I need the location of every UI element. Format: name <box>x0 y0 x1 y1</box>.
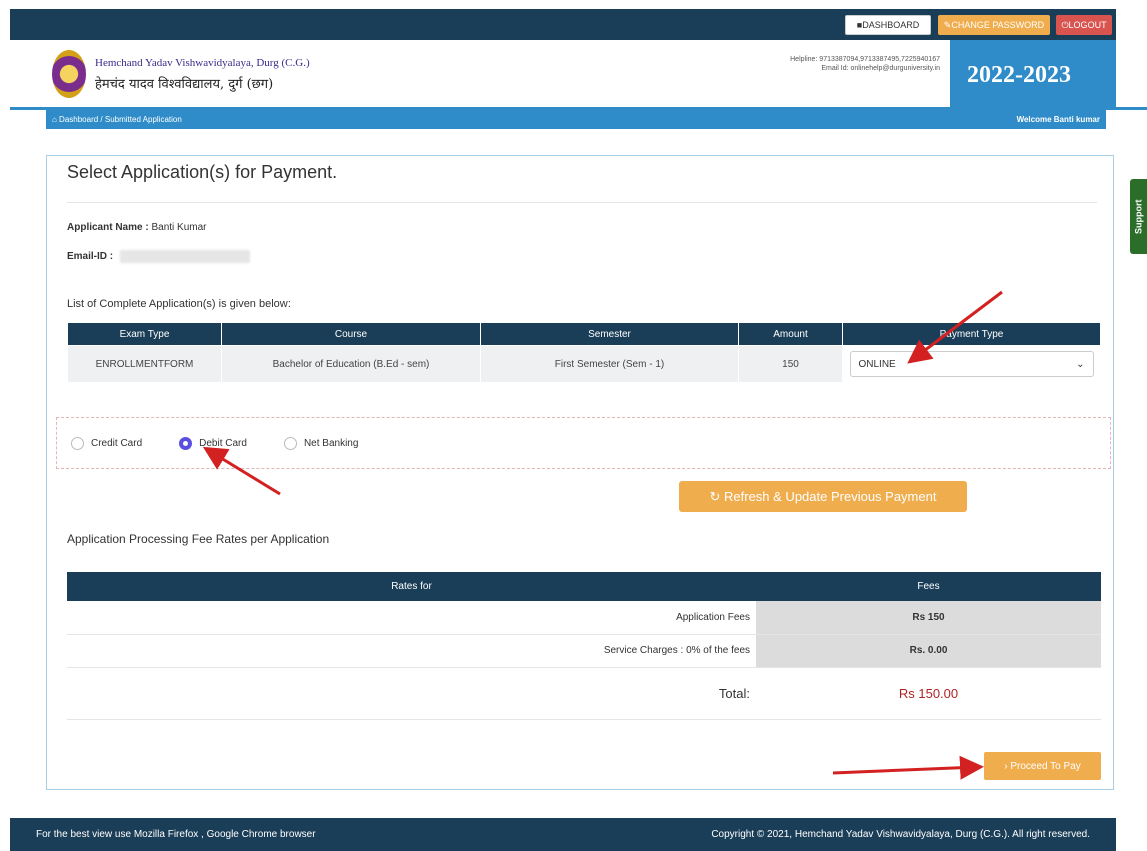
page-title: Select Application(s) for Payment. <box>67 162 338 182</box>
breadcrumb-separator: / <box>98 115 105 124</box>
table-row: Application Fees Rs 150 <box>67 601 1101 635</box>
radio-debit-card-circle[interactable] <box>179 436 193 450</box>
title-divider <box>67 202 1097 203</box>
radio-credit-card-circle[interactable] <box>71 436 84 450</box>
chevron-down-icon: ⌄ <box>1076 358 1085 370</box>
col-exam-type: Exam Type <box>67 322 222 346</box>
col-course: Course <box>221 322 481 346</box>
welcome-text: Welcome Banti kumar <box>1016 115 1100 124</box>
session-year: 2022-2023 <box>950 40 1116 110</box>
payment-type-select[interactable]: ONLINE ⌄ <box>849 351 1094 377</box>
cell-payment-type: ONLINE ⌄ <box>842 345 1101 383</box>
cell-amount: 150 <box>738 345 843 383</box>
breadcrumb-current: Submitted Application <box>104 115 182 124</box>
footer-browser-note: For the best view use Mozilla Firefox , … <box>36 829 316 840</box>
col-fees: Fees <box>756 572 1101 601</box>
university-name-hi: हेमचंद यादव विश्वविद्यालय, दुर्ग (छग) <box>95 77 274 92</box>
cell-semester: First Semester (Sem - 1) <box>480 345 739 383</box>
cell-exam-type: ENROLLMENTFORM <box>67 345 222 383</box>
fee-label: Application Fees <box>67 601 756 635</box>
applicant-name-value: Banti Kumar <box>151 222 207 233</box>
fee-value: Rs 150 <box>756 601 1101 635</box>
radio-net-banking-label: Net Banking <box>303 437 359 449</box>
email-redacted <box>119 250 250 263</box>
radio-credit-card-label: Credit Card <box>91 437 143 449</box>
logout-button[interactable]: ⏻LOGOUT <box>1056 15 1112 35</box>
university-name-en: Hemchand Yadav Vishwavidyalaya, Durg (C.… <box>95 57 310 69</box>
applications-table: Exam Type Course Semester Amount Payment… <box>67 322 1101 383</box>
radio-debit-card[interactable]: Debit Card <box>179 436 247 450</box>
payment-method-group: Credit Card Debit Card Net Banking <box>56 417 1111 469</box>
fee-rates-label: Application Processing Fee Rates per App… <box>67 532 330 546</box>
fee-label: Service Charges : 0% of the fees <box>67 634 756 668</box>
col-rates-for: Rates for <box>67 572 756 601</box>
helpline-info: Helpline: 9713387094,9713387495,72259401… <box>700 55 940 73</box>
helpline-numbers: Helpline: 9713387094,9713387495,72259401… <box>790 56 940 63</box>
col-amount: Amount <box>738 322 843 346</box>
applicant-email: Email-ID : <box>67 250 250 263</box>
col-payment-type: Payment Type <box>842 322 1101 346</box>
radio-net-banking-circle[interactable] <box>283 436 297 450</box>
helpline-email: Email Id: onlinehelp@durguniversity.in <box>821 65 940 72</box>
breadcrumb: ⌂ Dashboard / Submitted Application Welc… <box>46 110 1106 129</box>
total-value: Rs 150.00 <box>756 667 1101 720</box>
top-navbar: ■DASHBOARD ✎CHANGE PASSWORD ⏻LOGOUT <box>10 9 1116 40</box>
fee-table: Rates for Fees Application Fees Rs 150 S… <box>67 572 1101 720</box>
total-row: Total: Rs 150.00 <box>67 667 1101 720</box>
footer-copyright: Copyright © 2021, Hemchand Yadav Vishwav… <box>711 829 1090 840</box>
total-label: Total: <box>67 667 756 720</box>
email-label: Email-ID : <box>67 251 114 263</box>
refresh-payment-button[interactable]: ↻ Refresh & Update Previous Payment <box>679 481 967 512</box>
breadcrumb-home-link[interactable]: ⌂ Dashboard <box>52 115 98 124</box>
support-tab[interactable]: Support <box>1130 179 1147 254</box>
university-logo <box>52 50 86 98</box>
applicant-name-label: Applicant Name : <box>67 222 149 233</box>
payment-panel: Select Application(s) for Payment. Appli… <box>46 155 1114 790</box>
cell-course: Bachelor of Education (B.Ed - sem) <box>221 345 481 383</box>
table-row: ENROLLMENTFORM Bachelor of Education (B.… <box>67 345 1101 383</box>
table-row: Service Charges : 0% of the fees Rs. 0.0… <box>67 634 1101 668</box>
site-footer: For the best view use Mozilla Firefox , … <box>10 818 1116 851</box>
dashboard-button[interactable]: ■DASHBOARD <box>845 15 931 35</box>
fee-value: Rs. 0.00 <box>756 634 1101 668</box>
change-password-button[interactable]: ✎CHANGE PASSWORD <box>938 15 1050 35</box>
radio-net-banking[interactable]: Net Banking <box>283 436 359 450</box>
col-semester: Semester <box>480 322 739 346</box>
applicant-name: Applicant Name : Banti Kumar <box>67 222 207 233</box>
payment-type-value: ONLINE <box>858 358 896 370</box>
site-header: Hemchand Yadav Vishwavidyalaya, Durg (C.… <box>10 40 1116 112</box>
proceed-to-pay-button[interactable]: › Proceed To Pay <box>984 752 1101 780</box>
radio-credit-card[interactable]: Credit Card <box>71 436 143 450</box>
radio-debit-card-label: Debit Card <box>199 437 247 449</box>
applications-list-label: List of Complete Application(s) is given… <box>67 298 291 310</box>
